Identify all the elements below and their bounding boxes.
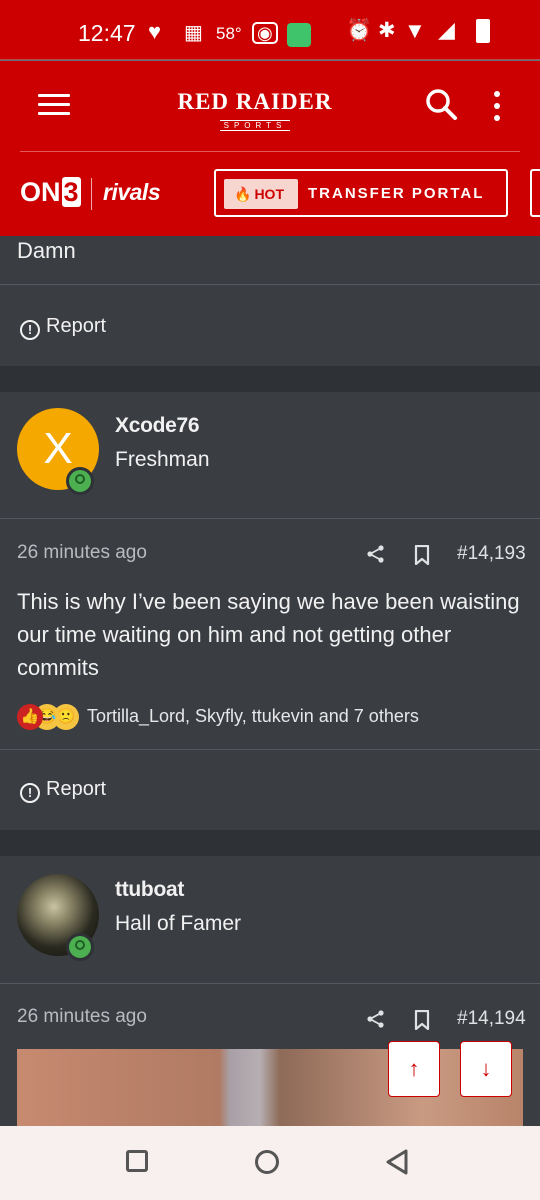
header-divider [20, 151, 520, 152]
alarm-icon: ⏰ [346, 19, 373, 42]
logo-separator [91, 178, 92, 210]
heart-icon: ♥ [148, 19, 162, 44]
post-divider [0, 749, 540, 750]
rivals-logo[interactable]: rivals [103, 179, 161, 206]
scroll-up-button[interactable]: ↑ [388, 1041, 440, 1097]
battery-icon [476, 19, 490, 43]
post-card: Damn ! Report [0, 236, 540, 366]
status-temperature: 58° [216, 24, 242, 43]
post-divider [0, 983, 540, 984]
post-divider [0, 284, 540, 285]
username[interactable]: ttuboat [115, 878, 184, 902]
back-icon[interactable] [384, 1148, 412, 1176]
thread-content[interactable]: Damn ! Report X Xcode76 Freshman 26 minut… [0, 236, 540, 1126]
like-reaction-icon: 👍 [17, 704, 43, 730]
app-header: RED RAIDER SPORTS ON 3 rivals 🔥 HOT TRANSF… [0, 61, 540, 236]
online-status-icon [66, 933, 94, 961]
logo-subtitle: SPORTS [219, 120, 291, 131]
menu-icon[interactable] [38, 94, 70, 116]
post-card: X Xcode76 Freshman 26 minutes ago #14,19… [0, 392, 540, 830]
share-icon[interactable] [366, 1009, 386, 1029]
status-time: 12:47 [78, 20, 136, 46]
home-icon[interactable] [255, 1150, 279, 1174]
bookmark-icon[interactable] [414, 545, 430, 565]
report-button[interactable]: ! Report [20, 778, 106, 803]
post-number[interactable]: #14,194 [457, 1008, 526, 1030]
user-rank: Freshman [115, 448, 210, 471]
post-image[interactable] [17, 1049, 523, 1126]
alert-icon: ! [20, 320, 40, 340]
post-number[interactable]: #14,193 [457, 543, 526, 565]
bluetooth-icon: ✱ [378, 19, 396, 42]
user-rank: Hall of Famer [115, 912, 242, 935]
post-time[interactable]: 26 minutes ago [17, 542, 147, 564]
post-text: This is why I’ve been saying we have bee… [17, 589, 520, 680]
share-icon[interactable] [366, 544, 386, 564]
post-divider [0, 518, 540, 519]
post-time[interactable]: 26 minutes ago [17, 1006, 147, 1028]
system-navigation-bar [0, 1126, 540, 1200]
hot-badge: 🔥 HOT [224, 179, 298, 209]
report-button[interactable]: ! Report [20, 315, 106, 340]
transfer-portal-button[interactable]: 🔥 HOT TRANSFER PORTAL [214, 169, 508, 217]
logo-title: RED RAIDER [177, 89, 333, 114]
search-icon[interactable] [424, 87, 458, 121]
wifi-icon: ▼ [404, 18, 426, 43]
online-status-icon [66, 467, 94, 495]
flame-icon: 🔥 [234, 186, 252, 202]
transfer-portal-label: TRANSFER PORTAL [308, 185, 485, 202]
more-options-icon[interactable] [494, 91, 502, 121]
grid-icon: ▦ [184, 22, 203, 44]
scroll-down-button[interactable]: ↓ [460, 1041, 512, 1097]
post-text: Damn [17, 238, 76, 263]
username[interactable]: Xcode76 [115, 414, 200, 438]
battery-saver-icon [287, 23, 311, 47]
hotspot-icon: ◉ [252, 22, 278, 44]
bookmark-icon[interactable] [414, 1010, 430, 1030]
site-logo[interactable]: RED RAIDER SPORTS [170, 89, 340, 133]
next-nav-button[interactable] [530, 169, 540, 217]
post-card: ttuboat Hall of Famer 26 minutes ago #14… [0, 856, 540, 1126]
status-bar: 12:47 ♥ ▦ 58° ◉ ⏰ ✱ ▼ ◢ [0, 0, 540, 60]
recents-icon[interactable] [126, 1150, 148, 1172]
reaction-users[interactable]: Tortilla_Lord, Skyfly, ttukevin and 7 ot… [87, 706, 419, 727]
on3-logo[interactable]: ON 3 [20, 177, 81, 208]
signal-icon: ◢ [438, 17, 455, 42]
alert-icon: ! [20, 783, 40, 803]
